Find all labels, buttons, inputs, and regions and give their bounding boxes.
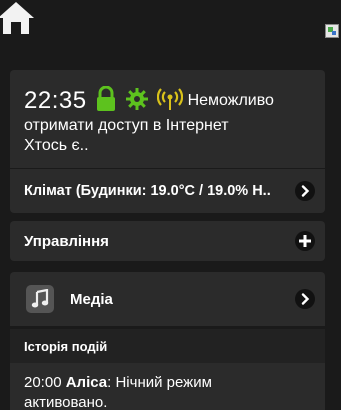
home-icon <box>0 2 34 34</box>
app-tile-icon[interactable] <box>325 24 339 38</box>
clock-time: 22:35 <box>24 87 87 114</box>
plus-icon[interactable] <box>295 231 315 251</box>
home-button[interactable] <box>0 0 40 36</box>
climate-row[interactable]: Клімат (Будинки: 19.0°C / 19.0% Н.. <box>24 169 315 213</box>
control-card[interactable]: Управління <box>10 221 325 261</box>
status-message: Неможливо <box>187 92 274 109</box>
history-list: 20:00 Аліса: Нічний режим активовано. <box>10 363 325 410</box>
chevron-right-icon[interactable] <box>295 181 315 201</box>
list-item: 20:00 Аліса: Нічний режим активовано. <box>24 373 311 410</box>
antenna-icon <box>156 87 183 116</box>
media-label: Медіа <box>70 290 113 308</box>
event-text: : Нічний режим <box>107 374 212 391</box>
status-message-line2: отримати доступ в Інтернет <box>24 117 229 134</box>
history-title: Історія подій <box>24 338 108 354</box>
chevron-right-icon[interactable] <box>295 289 315 309</box>
climate-label: Клімат (Будинки: 19.0°C / 19.0% Н.. <box>24 183 271 199</box>
event-text-cont: активовано. <box>24 394 108 410</box>
history-header: Історія подій <box>10 329 325 363</box>
status-card: 22:35 Неможливо отримати доступ в Інтерн… <box>10 70 325 213</box>
media-card[interactable]: Медіа <box>10 272 325 326</box>
lock-icon <box>95 85 117 117</box>
control-label: Управління <box>24 232 109 250</box>
presence-status: Хтось є.. <box>24 137 89 154</box>
gear-icon <box>125 87 149 116</box>
event-time: 20:00 <box>24 374 62 391</box>
music-note-icon <box>26 285 54 313</box>
event-user: Аліса <box>65 374 108 391</box>
